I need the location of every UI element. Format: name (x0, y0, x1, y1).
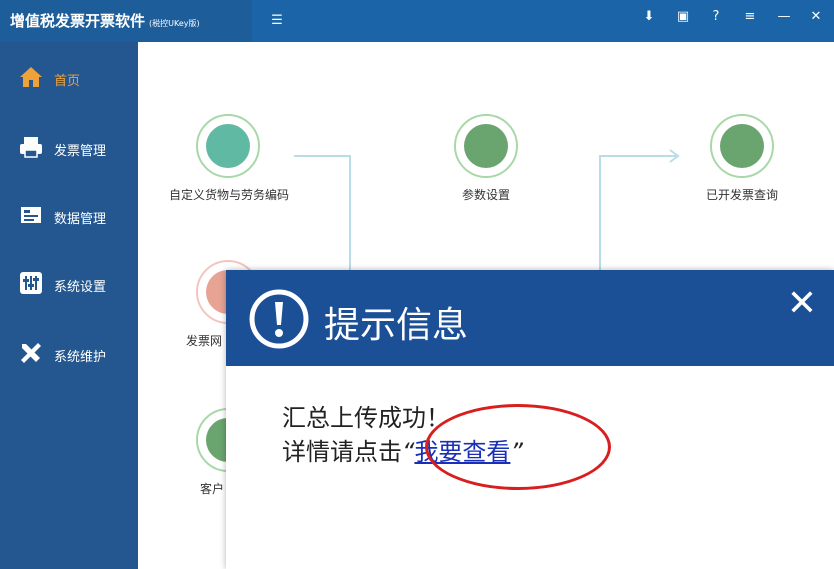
app-title-text: 增值税发票开票软件 (10, 12, 146, 30)
tools-icon (21, 343, 41, 363)
minimize-icon[interactable]: — (773, 6, 795, 28)
flow-node-label: 已开发票查询 (705, 188, 778, 202)
sidebar-item-label: 首页 (54, 74, 81, 89)
close-icon[interactable]: ✕ (782, 284, 822, 324)
flow-node-label: 参数设置 (461, 188, 510, 202)
printer-icon (20, 137, 42, 158)
flow-node-label: 自定义货物与劳务编码 (168, 188, 289, 202)
flow-node-parameter-settings[interactable] (454, 114, 518, 178)
flow-node-label: 客户 (200, 482, 225, 496)
window-close-icon[interactable]: ✕ (805, 6, 827, 28)
sliders-icon (464, 124, 508, 168)
invoice-search-icon (720, 124, 764, 168)
save-icon[interactable]: ▣ (672, 6, 694, 28)
flow-node-custom-goods[interactable] (196, 114, 260, 178)
sidebar-item-data-management[interactable]: 数据管理 (0, 196, 138, 236)
highlight-ring (425, 404, 611, 490)
app-title: 增值税发票开票软件 (税控UKey版) (0, 0, 252, 42)
app-subtitle: (税控UKey版) (149, 19, 200, 28)
help-button[interactable]: ? (705, 6, 727, 28)
menu-icon[interactable]: ≡ (739, 6, 761, 28)
download-icon[interactable]: ⬇ (638, 6, 660, 28)
sidebar-item-system-settings[interactable]: 系统设置 (0, 264, 138, 304)
sidebar-item-label: 系统维护 (54, 350, 107, 365)
success-message: 汇总上传成功！ (282, 404, 450, 432)
settings-sliders-icon (20, 272, 42, 294)
sidebar-item-label: 系统设置 (54, 280, 107, 295)
sidebar-item-invoice-management[interactable]: 发票管理 (0, 128, 138, 168)
flow-node-issued-invoice-query[interactable] (710, 114, 774, 178)
flow-node-label: 发票网 (186, 334, 223, 348)
list-collapse-icon[interactable]: ☰ (268, 11, 286, 31)
title-bar: 增值税发票开票软件 (税控UKey版) ☰ ⬇ ▣ ? ≡ — ✕ (0, 0, 834, 42)
dialog-header: 提示信息 ✕ (226, 270, 834, 366)
detail-prefix: 详情请点击 (282, 438, 402, 466)
sidebar-item-label: 数据管理 (54, 212, 107, 227)
info-dialog: 提示信息 ✕ 汇总上传成功！ 详情请点击“我要查看” (226, 270, 834, 569)
sidebar: 首页 发票管理 数据管理 系统设置 系统维护 (0, 42, 138, 569)
data-icon (21, 207, 41, 223)
open-quote: “ (402, 438, 415, 466)
sidebar-item-system-maintenance[interactable]: 系统维护 (0, 334, 138, 374)
sidebar-item-label: 发票管理 (54, 144, 107, 159)
wallet-icon (206, 124, 250, 168)
alert-exclamation-icon (249, 289, 309, 349)
sidebar-item-home[interactable]: 首页 (0, 58, 138, 98)
dialog-title: 提示信息 (324, 305, 469, 346)
home-icon (20, 67, 42, 87)
